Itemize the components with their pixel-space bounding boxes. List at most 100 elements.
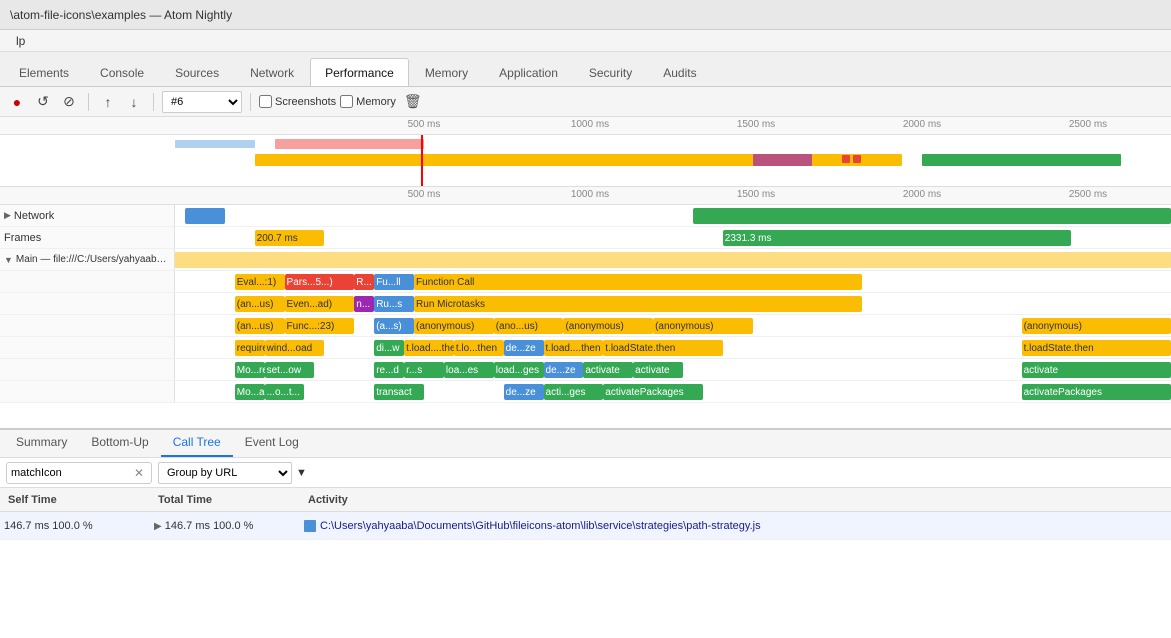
expand-arrow[interactable]: ▶ [154,521,162,532]
network-block-1[interactable] [185,208,225,224]
tab-elements[interactable]: Elements [4,58,84,86]
block-function-call[interactable]: Function Call [414,274,862,290]
frames-label-text: Frames [4,232,41,244]
cell-activity: C:\Users\yahyaaba\Documents\GitHub\filei… [300,520,1171,532]
tab-sources[interactable]: Sources [160,58,234,86]
flame-label-row2 [0,293,175,314]
flame-content-row5: Mo...re set...ow re...d r...s loa...es l… [175,359,1171,380]
profile-select[interactable]: #6 [162,91,242,113]
block-activate2[interactable]: activate [633,362,683,378]
flame-row-3: (an...us) Func...:23) (a...s) (anonymous… [0,315,1171,337]
block-loadges[interactable]: load...ges [494,362,544,378]
header-activity[interactable]: Activity [304,494,1167,506]
block-dots[interactable]: ...o...t... [265,384,305,400]
block-anon5[interactable]: (anonymous) [1022,318,1171,334]
block-windload[interactable]: wind...oad [265,340,325,356]
block-red[interactable]: re...d [374,362,404,378]
block-full[interactable]: Fu...ll [374,274,414,290]
tab-event-log[interactable]: Event Log [233,429,311,457]
header-total-time[interactable]: Total Time [154,494,304,506]
menu-item-help[interactable]: lp [8,34,33,48]
flame-label-row4 [0,337,175,358]
block-transact[interactable]: transact [374,384,424,400]
search-clear-button[interactable]: ✕ [131,465,147,481]
block-deze2[interactable]: de...ze [544,362,584,378]
tab-security[interactable]: Security [574,58,647,86]
block-tload1[interactable]: t.load....then [404,340,454,356]
block-actiggs[interactable]: acti...ges [544,384,604,400]
search-input[interactable] [11,467,131,479]
block-moad[interactable]: Mo...ad [235,384,265,400]
block-n[interactable]: n... [354,296,374,312]
block-more[interactable]: Mo...re [235,362,265,378]
flame-tick-0 [175,187,341,204]
tab-network[interactable]: Network [235,58,309,86]
group-by-select[interactable]: Group by URL Group by Domain Group by Su… [158,462,292,484]
block-rs[interactable]: r...s [404,362,444,378]
tick-2500: 2500 ms [1005,117,1171,134]
block-deze3[interactable]: de...ze [504,384,544,400]
block-activate3[interactable]: activate [1022,362,1171,378]
block-loaes[interactable]: loa...es [444,362,494,378]
block-eval[interactable]: Eval...:1) [235,274,285,290]
flame-label-row1 [0,271,175,292]
block-activatePkgs2[interactable]: activatePackages [1022,384,1171,400]
block-activate1[interactable]: activate [583,362,633,378]
network-block-2[interactable] [693,208,1171,224]
flame-label-network[interactable]: ▶ Network [0,205,175,226]
memory-checkbox[interactable] [340,95,353,108]
block-activatePkgs1[interactable]: activatePackages [603,384,703,400]
block-run-microtasks[interactable]: Run Microtasks [414,296,862,312]
block-require[interactable]: require [235,340,265,356]
tab-memory[interactable]: Memory [410,58,483,86]
block-setow[interactable]: set...ow [265,362,315,378]
flame-content-row2: (an...us) Even...ad) n... Ru...s Run Mic… [175,293,1171,314]
screenshots-checkbox[interactable] [259,95,272,108]
tab-performance[interactable]: Performance [310,58,409,86]
block-even[interactable]: Even...ad) [285,296,355,312]
block-tload2[interactable]: t.load....then [544,340,604,356]
refresh-record-button[interactable]: ↺ [32,91,54,113]
block-tlo[interactable]: t.lo...then [454,340,504,356]
trash-button[interactable]: 🗑 [400,91,426,112]
block-diw[interactable]: di...w [374,340,404,356]
overview-tracks [0,135,1171,187]
block-pars[interactable]: Pars...5...) [285,274,355,290]
block-tloadstate1[interactable]: t.loadState.then [603,340,723,356]
memory-label: Memory [356,96,396,108]
block-anon3[interactable]: (anonymous) [563,318,653,334]
header-self-time[interactable]: Self Time [4,494,154,506]
devtools-panel: Elements Console Sources Network Perform… [0,52,1171,638]
tab-audits[interactable]: Audits [648,58,711,86]
table-row[interactable]: 146.7 ms 100.0 % ▶ 146.7 ms 100.0 % C:\U… [0,512,1171,540]
clear-button[interactable]: ⊘ [58,91,80,113]
tick-500: 500 ms [341,117,507,134]
flame-label-row5 [0,359,175,380]
block-anon1[interactable]: (anonymous) [414,318,494,334]
block-as[interactable]: (a...s) [374,318,414,334]
frames-block-2[interactable]: 2331.3 ms [723,230,1072,246]
upload-button[interactable]: ↑ [97,91,119,113]
block-anon4[interactable]: (anonymous) [653,318,753,334]
tab-console[interactable]: Console [85,58,159,86]
block-ru[interactable]: Ru...s [374,296,414,312]
record-button[interactable]: ● [6,91,28,113]
block-tloadstate2[interactable]: t.loadState.then [1022,340,1171,356]
flame-label-main[interactable]: ▼ Main — file:///C:/Users/yahyaaba/AppDa… [0,249,175,270]
block-r1[interactable]: R... [354,274,374,290]
block-func23[interactable]: Func...:23) [285,318,355,334]
tab-summary[interactable]: Summary [4,429,79,457]
block-deze1[interactable]: de...ze [504,340,544,356]
tab-application[interactable]: Application [484,58,573,86]
block-anus2[interactable]: (an...us) [235,318,285,334]
download-button[interactable]: ↓ [123,91,145,113]
network-arrow: ▶ [4,210,11,221]
block-anon2[interactable]: (ano...us) [494,318,564,334]
overview-ruler-ticks: 500 ms 1000 ms 1500 ms 2000 ms 2500 ms [0,117,1171,135]
flame-tracks: ▶ Network Frames 200.7 ms 2331.3 [0,205,1171,428]
frames-block-1[interactable]: 200.7 ms [255,230,325,246]
tab-call-tree[interactable]: Call Tree [161,429,233,457]
overview-ruler[interactable]: 500 ms 1000 ms 1500 ms 2000 ms 2500 ms [0,117,1171,187]
tab-bottom-up[interactable]: Bottom-Up [79,429,160,457]
block-anus1[interactable]: (an...us) [235,296,285,312]
